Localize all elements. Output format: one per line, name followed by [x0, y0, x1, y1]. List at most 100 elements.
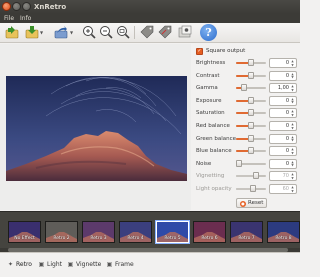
- effect-thumb-retro-2[interactable]: Retro 2: [45, 221, 78, 243]
- tab-frame-label: Frame: [115, 261, 134, 268]
- effect-thumb-retro-5[interactable]: Retro 5: [156, 221, 189, 243]
- maximize-window-button[interactable]: [22, 2, 31, 11]
- spin-arrows-icon[interactable]: ▲ ▼: [290, 72, 295, 80]
- menu-info[interactable]: Info: [20, 14, 31, 23]
- tab-bar: ✦ Retro ▣ Light ▣ Vignette ▣ Frame: [0, 252, 300, 277]
- effect-thumb-retro-6[interactable]: Retro 6: [193, 221, 226, 243]
- adjustment-row-red-balance: Red balance 0 ▲ ▼: [192, 120, 300, 132]
- blue-balance-slider[interactable]: [236, 147, 266, 155]
- red-balance-value: 0: [285, 123, 289, 129]
- menu-bar: File Info: [0, 14, 300, 23]
- spin-arrows-icon[interactable]: ▲ ▼: [290, 147, 295, 155]
- tag-icon[interactable]: [140, 25, 154, 40]
- vignette-icon: ▣: [67, 261, 74, 268]
- effect-thumb-retro-7[interactable]: Retro 7: [230, 221, 263, 243]
- blue-balance-spinbox[interactable]: 0 ▲ ▼: [269, 146, 297, 157]
- effect-thumb-no-effect[interactable]: No Effect: [8, 221, 41, 243]
- saturation-slider[interactable]: [236, 109, 266, 117]
- brightness-label: Brightness: [196, 60, 226, 66]
- save-dropdown-arrow-icon[interactable]: ▼: [40, 31, 44, 35]
- contrast-spinbox[interactable]: 0 ▲ ▼: [269, 70, 297, 81]
- brightness-value: 0: [285, 60, 289, 66]
- gamma-value: 1,00: [277, 85, 289, 92]
- brightness-spinbox[interactable]: 0 ▲ ▼: [269, 58, 297, 68]
- zoom-out-icon[interactable]: [99, 25, 113, 40]
- gamma-spinbox[interactable]: 1,00 ▲ ▼: [269, 83, 297, 94]
- light-opacity-label: Light opacity: [196, 186, 232, 192]
- image-canvas[interactable]: [0, 44, 191, 210]
- adjustment-row-exposure: Exposure 0 ▲ ▼: [192, 95, 300, 107]
- green-balance-label: Green balance: [196, 135, 237, 142]
- tab-retro-label: Retro: [16, 261, 32, 268]
- blue-balance-slider-handle[interactable]: [248, 147, 254, 155]
- spin-arrows-icon: ▲ ▼: [291, 172, 294, 180]
- share-dropdown-arrow-icon[interactable]: ▼: [70, 31, 74, 35]
- effect-thumb-label: Retro 5: [164, 236, 181, 241]
- green-balance-slider[interactable]: [236, 134, 266, 142]
- saturation-slider-handle[interactable]: [248, 109, 254, 117]
- square-output-label: Square output: [206, 48, 246, 54]
- vignetting-label: Vignetting: [196, 173, 225, 180]
- spin-arrows-icon[interactable]: ▲ ▼: [290, 110, 295, 117]
- square-output-checkbox[interactable]: ✓: [196, 48, 203, 55]
- share-icon[interactable]: [54, 25, 68, 40]
- spin-arrows-icon[interactable]: ▲ ▼: [290, 59, 295, 67]
- zoom-in-icon[interactable]: [82, 25, 96, 40]
- exposure-label: Exposure: [196, 97, 222, 104]
- contrast-slider[interactable]: [236, 71, 266, 79]
- exposure-slider-handle[interactable]: [248, 96, 254, 104]
- adjustment-row-noise: Noise 0 ▲ ▼: [192, 158, 300, 170]
- noise-spinbox[interactable]: 0 ▲ ▼: [269, 158, 297, 169]
- red-balance-slider-handle[interactable]: [248, 122, 254, 129]
- spin-arrows-icon[interactable]: ▲ ▼: [290, 84, 295, 92]
- contrast-slider-handle[interactable]: [248, 71, 254, 79]
- adjustment-row-contrast: Contrast 0 ▲ ▼: [192, 70, 300, 82]
- light-opacity-value: 60: [282, 186, 289, 192]
- effects-icon: ✦: [7, 261, 14, 268]
- settings-icon[interactable]: [178, 25, 192, 40]
- saturation-label: Saturation: [196, 110, 225, 117]
- open-icon[interactable]: [5, 25, 19, 40]
- menu-file[interactable]: File: [4, 14, 14, 23]
- effect-thumb-retro-3[interactable]: Retro 3: [82, 221, 115, 243]
- tab-light-label: Light: [47, 261, 62, 268]
- gamma-slider[interactable]: [236, 84, 266, 92]
- effect-thumb-label: No Effect: [14, 236, 35, 241]
- effect-thumb-retro-8[interactable]: Retro 8: [267, 221, 300, 243]
- tab-vignette-label: Vignette: [76, 261, 102, 268]
- vignetting-slider: [236, 172, 266, 180]
- light-icon: ▣: [38, 261, 45, 268]
- brightness-slider[interactable]: [236, 59, 266, 66]
- spin-arrows-icon[interactable]: ▲ ▼: [290, 122, 295, 130]
- light-opacity-slider-handle: [250, 185, 257, 192]
- effect-thumb-retro-4[interactable]: Retro 4: [119, 221, 152, 243]
- saturation-spinbox[interactable]: 0 ▲ ▼: [269, 108, 297, 119]
- brightness-slider-handle[interactable]: [248, 59, 254, 66]
- tag-remove-icon[interactable]: [158, 25, 172, 40]
- save-icon[interactable]: [25, 25, 39, 40]
- effect-thumb-label: Retro 6: [201, 236, 218, 241]
- exposure-slider[interactable]: [236, 96, 266, 104]
- gamma-slider-handle[interactable]: [240, 84, 247, 92]
- close-window-button[interactable]: [2, 2, 11, 11]
- noise-slider[interactable]: [236, 159, 266, 167]
- red-balance-spinbox[interactable]: 0 ▲ ▼: [269, 121, 297, 131]
- spin-arrows-icon[interactable]: ▲ ▼: [290, 135, 295, 143]
- adjustment-row-gamma: Gamma 1,00 ▲ ▼: [192, 82, 300, 94]
- help-button[interactable]: ?: [200, 24, 217, 41]
- exposure-spinbox[interactable]: 0 ▲ ▼: [269, 95, 297, 106]
- spin-arrows-icon[interactable]: ▲ ▼: [290, 97, 295, 105]
- green-balance-spinbox[interactable]: 0 ▲ ▼: [269, 133, 297, 144]
- frame-icon: ▣: [106, 261, 113, 268]
- window-title: XnRetro: [34, 3, 67, 11]
- zoom-fit-icon[interactable]: [116, 25, 130, 40]
- noise-slider-handle[interactable]: [236, 159, 242, 167]
- minimize-window-button[interactable]: [12, 2, 21, 11]
- light-opacity-spinbox: 60 ▲ ▼: [269, 184, 297, 194]
- red-balance-slider[interactable]: [236, 122, 266, 129]
- spin-arrows-icon[interactable]: ▲ ▼: [290, 160, 295, 168]
- toolbar-separator: [134, 26, 135, 39]
- green-balance-slider-handle[interactable]: [248, 134, 254, 142]
- reset-button[interactable]: ● Reset: [236, 198, 267, 208]
- adjustments-panel: ✓ Square output Brightness 0 ▲ ▼ Contrast 0 ▲ ▼…: [192, 44, 300, 210]
